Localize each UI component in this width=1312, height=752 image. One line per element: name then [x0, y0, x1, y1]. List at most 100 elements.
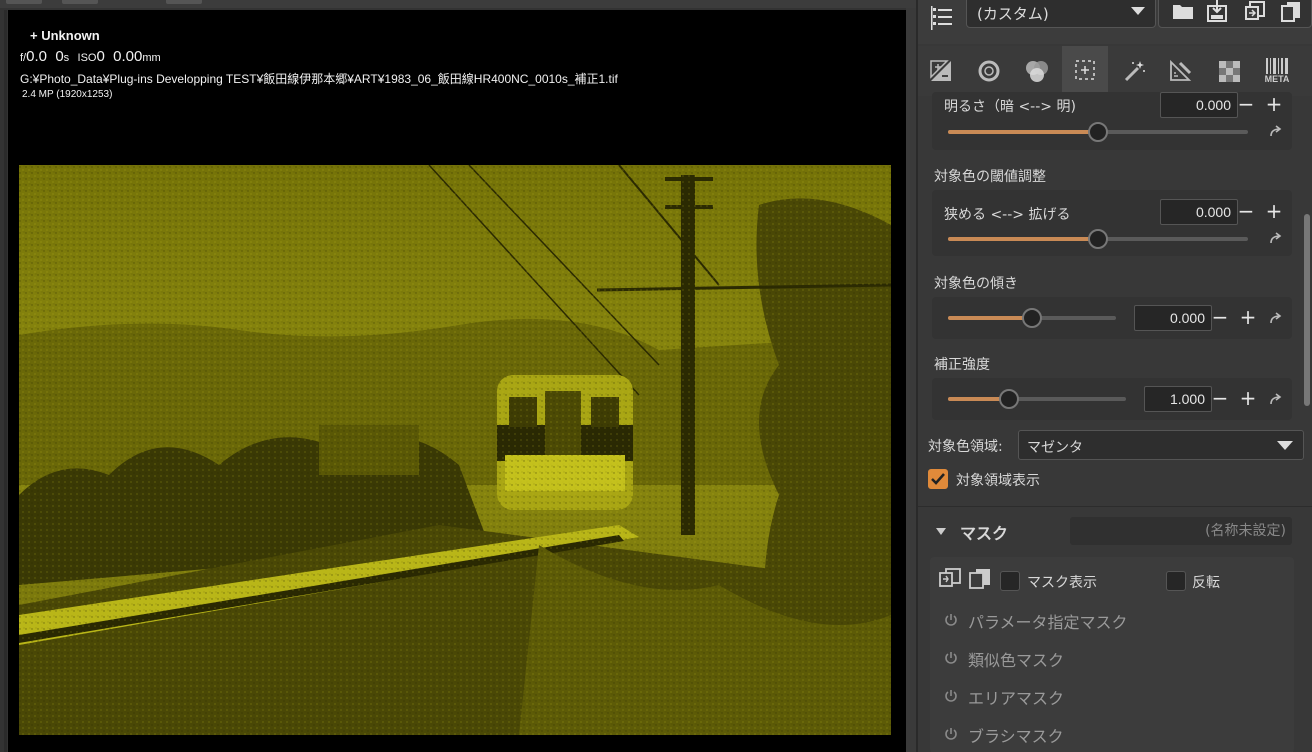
power-icon[interactable] [944, 689, 958, 703]
threshold-slider[interactable] [948, 229, 1248, 249]
undo-icon[interactable] [1268, 311, 1284, 325]
target-area-dropdown[interactable]: マゼンタ [1018, 430, 1304, 460]
paste-mask-icon[interactable] [938, 567, 962, 589]
folder-open-icon[interactable] [1167, 0, 1199, 29]
metadata-tab-icon [1266, 58, 1288, 74]
tilt-decrement-button[interactable]: − [1208, 305, 1232, 331]
brightness-slider-knob[interactable] [1088, 122, 1108, 142]
copy-settings-icon[interactable] [1275, 0, 1307, 29]
show-mask-label: マスク表示 [1027, 575, 1097, 591]
image-viewer-area: + Unknown f/0.0 0s ISO0 0.00mm G:¥Photo_… [0, 0, 916, 752]
threshold-slider-knob[interactable] [1088, 229, 1108, 249]
tilt-slider[interactable] [948, 308, 1116, 328]
threshold-increment-button[interactable]: + [1262, 199, 1286, 225]
iso-value: 0 [96, 48, 105, 65]
undo-icon[interactable] [1268, 231, 1284, 245]
mask-name-input[interactable]: (名称未設定) [1070, 517, 1292, 545]
transform-tab-icon [1170, 59, 1192, 81]
strip-button-1[interactable] [6, 0, 42, 4]
tool-tabs: META [918, 46, 1312, 96]
power-icon[interactable] [944, 727, 958, 741]
tab-retouch[interactable] [1112, 46, 1158, 96]
threshold-slider-fill [948, 237, 1098, 241]
undo-icon[interactable] [1268, 392, 1284, 406]
preset-dropdown[interactable]: (カスタム) [966, 0, 1156, 28]
file-path: G:¥Photo_Data¥Plug-ins Developping TEST¥… [20, 72, 618, 86]
undo-icon[interactable] [1268, 124, 1284, 138]
viewer-top-strip [0, 0, 916, 8]
tilt-slider-knob[interactable] [1022, 308, 1042, 328]
viewer-right-border [906, 8, 916, 752]
strength-increment-button[interactable]: + [1236, 386, 1260, 412]
brightness-label: 明るさ（暗 <--> 明) [944, 99, 1076, 115]
strip-button-3[interactable] [166, 0, 202, 4]
list-icon[interactable] [926, 0, 960, 36]
area-mask-item[interactable]: エリアマスク [968, 685, 1064, 709]
target-area-value: マゼンタ [1027, 440, 1083, 456]
tilt-increment-button[interactable]: + [1236, 305, 1260, 331]
show-mask-checkbox[interactable] [1000, 571, 1020, 591]
adjustment-panel: (カスタム) META 明るさ（暗 <--> 明) 0.000 − + 対象色の… [916, 0, 1312, 752]
focal-value: 0.00 [113, 48, 143, 65]
show-area-checkbox[interactable] [928, 469, 948, 489]
photo-preview[interactable] [19, 165, 891, 735]
tab-detail[interactable] [1206, 46, 1252, 96]
power-icon[interactable] [944, 651, 958, 665]
checkmark-icon [931, 473, 945, 485]
tilt-control: 0.000 − + [932, 297, 1292, 339]
threshold-title: 対象色の閾値調整 [934, 169, 1046, 185]
threshold-label: 狭める <--> 拡げる [944, 207, 1071, 223]
threshold-value-input[interactable]: 0.000 [1160, 199, 1238, 225]
strength-value-input[interactable]: 1.000 [1144, 386, 1212, 412]
focal-unit: mm [142, 52, 161, 64]
tilt-value-input[interactable]: 0.000 [1134, 305, 1212, 331]
strength-title: 補正強度 [934, 357, 990, 373]
panel-scrollbar[interactable] [1304, 214, 1310, 406]
power-icon[interactable] [944, 613, 958, 627]
chevron-down-icon [1131, 7, 1145, 15]
viewer-left-border [4, 10, 7, 752]
save-icon[interactable] [1201, 0, 1233, 29]
image-resolution: 2.4 MP (1920x1253) [22, 89, 113, 100]
strength-slider-knob[interactable] [998, 389, 1019, 409]
exposure-tab-icon [930, 60, 951, 81]
tab-local-adjust[interactable] [1062, 46, 1108, 96]
strength-control: 1.000 − + [932, 378, 1292, 420]
threshold-decrement-button[interactable]: − [1234, 199, 1258, 225]
area-label: 対象色領域: [928, 439, 1003, 455]
paste-settings-icon[interactable] [1239, 0, 1271, 29]
detail-tab-icon [1219, 61, 1240, 82]
chevron-down-icon [1277, 441, 1293, 450]
mask-title: マスク [960, 524, 1009, 543]
train-photo-image [19, 165, 891, 735]
iso-label: ISO [77, 52, 97, 64]
copy-mask-icon[interactable] [968, 567, 992, 589]
brush-mask-item[interactable]: ブラシマスク [968, 723, 1064, 747]
tab-transform[interactable] [1158, 46, 1204, 96]
color-tab-icon [1026, 61, 1048, 82]
brightness-slider[interactable] [948, 122, 1248, 142]
tab-exposure[interactable] [918, 46, 964, 96]
brightness-slider-fill [948, 130, 1098, 134]
exif-info: f/0.0 0s ISO0 0.00mm [20, 48, 161, 65]
tab-metadata[interactable]: META [1254, 46, 1300, 96]
mask-section: マスク (名称未設定) マスク表示 反転 パラメータ指定マスク 類似色マスク エ… [918, 506, 1312, 752]
camera-name: + Unknown [30, 28, 100, 43]
threshold-control: 狭める <--> 拡げる 0.000 − + [932, 190, 1292, 256]
tab-color[interactable] [1014, 46, 1060, 96]
invert-checkbox[interactable] [1166, 571, 1186, 591]
aperture-value: 0.0 [26, 48, 47, 65]
strip-button-2[interactable] [62, 0, 98, 4]
shutter-unit: s [63, 52, 70, 64]
strength-decrement-button[interactable]: − [1208, 386, 1232, 412]
parameter-mask-item[interactable]: パラメータ指定マスク [968, 609, 1128, 633]
brightness-increment-button[interactable]: + [1262, 92, 1286, 118]
brightness-value-input[interactable]: 0.000 [1160, 92, 1238, 118]
brightness-decrement-button[interactable]: − [1234, 92, 1258, 118]
shutter-value: 0 [55, 48, 64, 65]
show-area-label: 対象領域表示 [956, 473, 1040, 489]
tab-lens[interactable] [966, 46, 1012, 96]
strength-slider[interactable] [948, 389, 1126, 409]
similar-color-mask-item[interactable]: 類似色マスク [968, 647, 1064, 671]
collapse-triangle-icon[interactable] [936, 526, 946, 536]
